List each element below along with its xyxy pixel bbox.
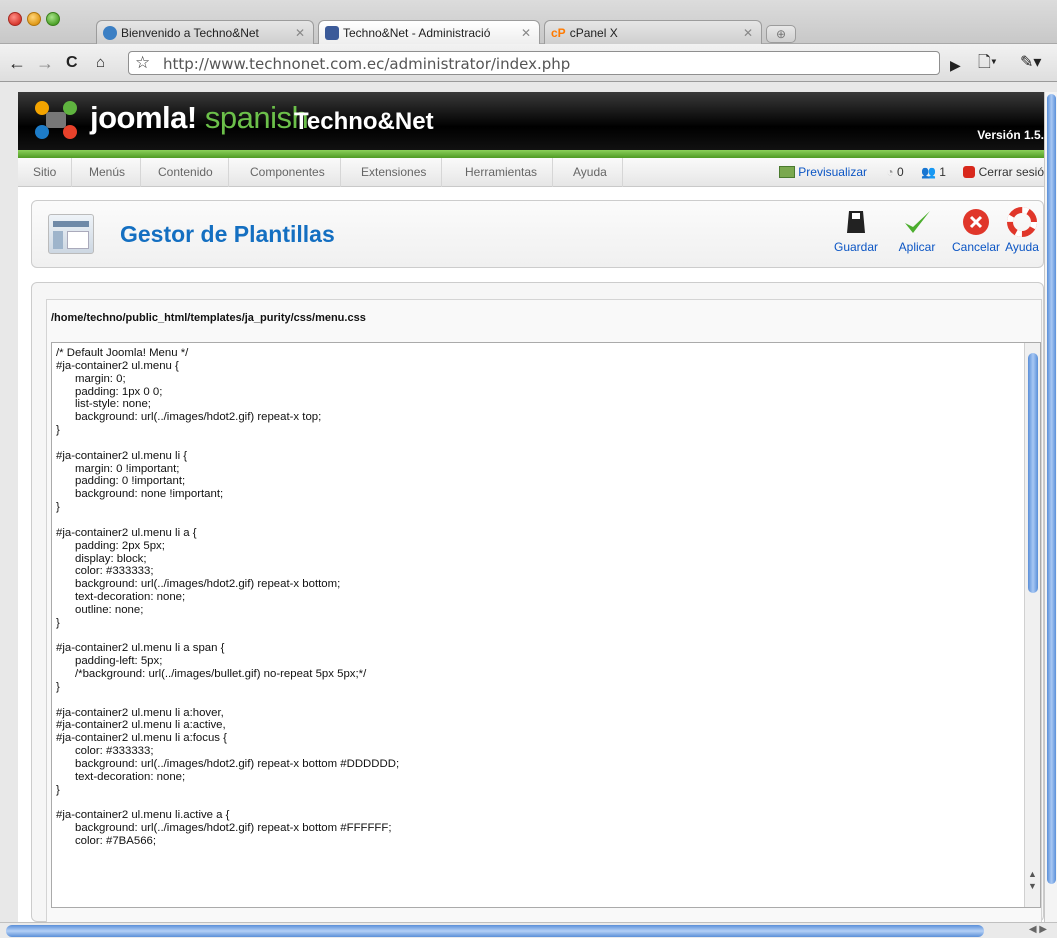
scroll-down-arrow-icon[interactable]: ▼ [1028, 881, 1037, 891]
forward-arrow-icon[interactable]: → [36, 53, 54, 73]
status-area: Previsualizar ◔ 0 👥 1 Cerrar sesió [778, 164, 1044, 179]
logout-icon [963, 165, 976, 178]
browser-window: Bienvenido a Techno&Net ✕ Techno&Net - A… [0, 0, 1057, 938]
save-icon [847, 211, 865, 233]
template-manager-icon [48, 214, 94, 254]
help-button[interactable]: Ayuda [998, 207, 1044, 254]
window-close-button[interactable] [8, 12, 22, 26]
tab-bienvenido[interactable]: Bienvenido a Techno&Net ✕ [96, 20, 314, 44]
menu-item-componentes[interactable]: Componentes [235, 158, 341, 187]
go-arrow-icon[interactable]: ▶ [950, 55, 961, 75]
header-green-bar [18, 150, 1044, 158]
brand-lang: spanish [204, 100, 309, 135]
users-count[interactable]: 1 [939, 165, 946, 179]
tab-cpanel[interactable]: cP cPanel X ✕ [544, 20, 762, 44]
tab-close-icon[interactable]: ✕ [743, 26, 753, 40]
tab-close-icon[interactable]: ✕ [295, 26, 305, 40]
menu-item-contenido[interactable]: Contenido [143, 158, 229, 187]
checkmark-icon [905, 211, 930, 233]
joomla-logo-icon [35, 101, 77, 139]
version-label: Versión 1.5. [977, 128, 1044, 142]
lifebuoy-icon [1007, 207, 1037, 237]
scroll-up-arrow-icon[interactable]: ▲ [1028, 869, 1037, 879]
address-bar[interactable]: ☆ http://www.technonet.com.ec/administra… [128, 51, 940, 75]
save-button[interactable]: Guardar [826, 207, 886, 254]
joomla-header: joomla! spanish Techno&Net Versión 1.5. [18, 92, 1044, 150]
editor-box: /home/techno/public_html/templates/ja_pu… [31, 282, 1044, 922]
page-viewport: joomla! spanish Techno&Net Versión 1.5. … [18, 92, 1044, 922]
preview-link[interactable]: Previsualizar [798, 165, 867, 179]
page-horizontal-scrollbar[interactable]: ◀ ▶ [0, 922, 1057, 938]
tab-strip: Bienvenido a Techno&Net ✕ Techno&Net - A… [0, 0, 1057, 45]
home-icon[interactable]: ⌂ [96, 53, 105, 73]
page-menu-icon[interactable]: 🗋▾ [978, 53, 997, 73]
menu-item-ayuda[interactable]: Ayuda [558, 158, 623, 187]
logout-link[interactable]: Cerrar sesió [979, 165, 1044, 179]
joomla-brand: joomla! spanish [90, 100, 309, 136]
tab-title: Techno&Net - Administració [343, 26, 491, 40]
url-text[interactable]: http://www.technonet.com.ec/administrato… [163, 55, 570, 73]
messages-icon: ◔ [886, 164, 894, 179]
page-vertical-scrollbar[interactable] [1044, 92, 1057, 922]
new-tab-button[interactable]: ⊕ [766, 25, 796, 43]
menu-item-herramientas[interactable]: Herramientas [450, 158, 554, 187]
tab-close-icon[interactable]: ✕ [521, 26, 531, 40]
brand-main: joomla! [90, 100, 197, 135]
cancel-button[interactable]: Cancelar [946, 207, 1006, 254]
cpanel-favicon-icon: cP [551, 25, 566, 40]
apply-button[interactable]: Aplicar [887, 207, 947, 254]
reload-icon[interactable]: C [66, 53, 78, 73]
menu-item-extensiones[interactable]: Extensiones [346, 158, 443, 187]
tab-title: Bienvenido a Techno&Net [121, 25, 259, 40]
help-label: Ayuda [1005, 240, 1039, 254]
page-toolbar-box: Gestor de Plantillas Guardar Aplicar Can… [31, 200, 1044, 268]
textarea-scroll-thumb[interactable] [1028, 353, 1038, 593]
file-path-label: /home/techno/public_html/templates/ja_pu… [51, 312, 366, 324]
textarea-scrollbar[interactable]: ▲ ▼ [1024, 343, 1040, 907]
wrench-icon[interactable]: ✎▾ [1020, 53, 1041, 73]
css-code-content[interactable]: /* Default Joomla! Menu */ #ja-container… [56, 347, 399, 848]
save-label: Guardar [833, 240, 879, 254]
browser-toolbar: ← → C ⌂ ☆ http://www.technonet.com.ec/ad… [0, 44, 1057, 82]
window-zoom-button[interactable] [46, 12, 60, 26]
tab-technonet-admin[interactable]: Techno&Net - Administració ✕ [318, 20, 540, 45]
tab-title: cPanel X [569, 25, 618, 40]
apply-label: Aplicar [898, 240, 936, 254]
preview-icon [778, 165, 795, 178]
star-icon[interactable]: ☆ [135, 53, 150, 73]
page-title: Gestor de Plantillas [120, 221, 335, 247]
admin-menu-bar: Sitio Menús Contenido Componentes Extens… [18, 158, 1044, 187]
menu-item-menus[interactable]: Menús [74, 158, 142, 187]
joomla-favicon-icon [325, 26, 339, 40]
css-editor-textarea[interactable]: /* Default Joomla! Menu */ #ja-container… [51, 342, 1041, 908]
users-icon: 👥 [920, 164, 936, 179]
horizontal-scroll-arrows-icon[interactable]: ◀ ▶ [1029, 924, 1047, 935]
page-horizontal-scroll-thumb[interactable] [6, 925, 984, 937]
editor-fieldset: /home/techno/public_html/templates/ja_pu… [46, 299, 1042, 922]
globe-favicon-icon [103, 25, 117, 40]
menu-item-sitio[interactable]: Sitio [18, 158, 73, 187]
site-name: Techno&Net [294, 108, 434, 135]
window-minimize-button[interactable] [27, 12, 41, 26]
back-arrow-icon[interactable]: ← [8, 53, 26, 73]
page-vertical-scroll-thumb[interactable] [1047, 94, 1056, 884]
cancel-x-icon [963, 209, 989, 235]
messages-count[interactable]: 0 [897, 165, 904, 179]
cancel-label: Cancelar [951, 240, 1001, 254]
